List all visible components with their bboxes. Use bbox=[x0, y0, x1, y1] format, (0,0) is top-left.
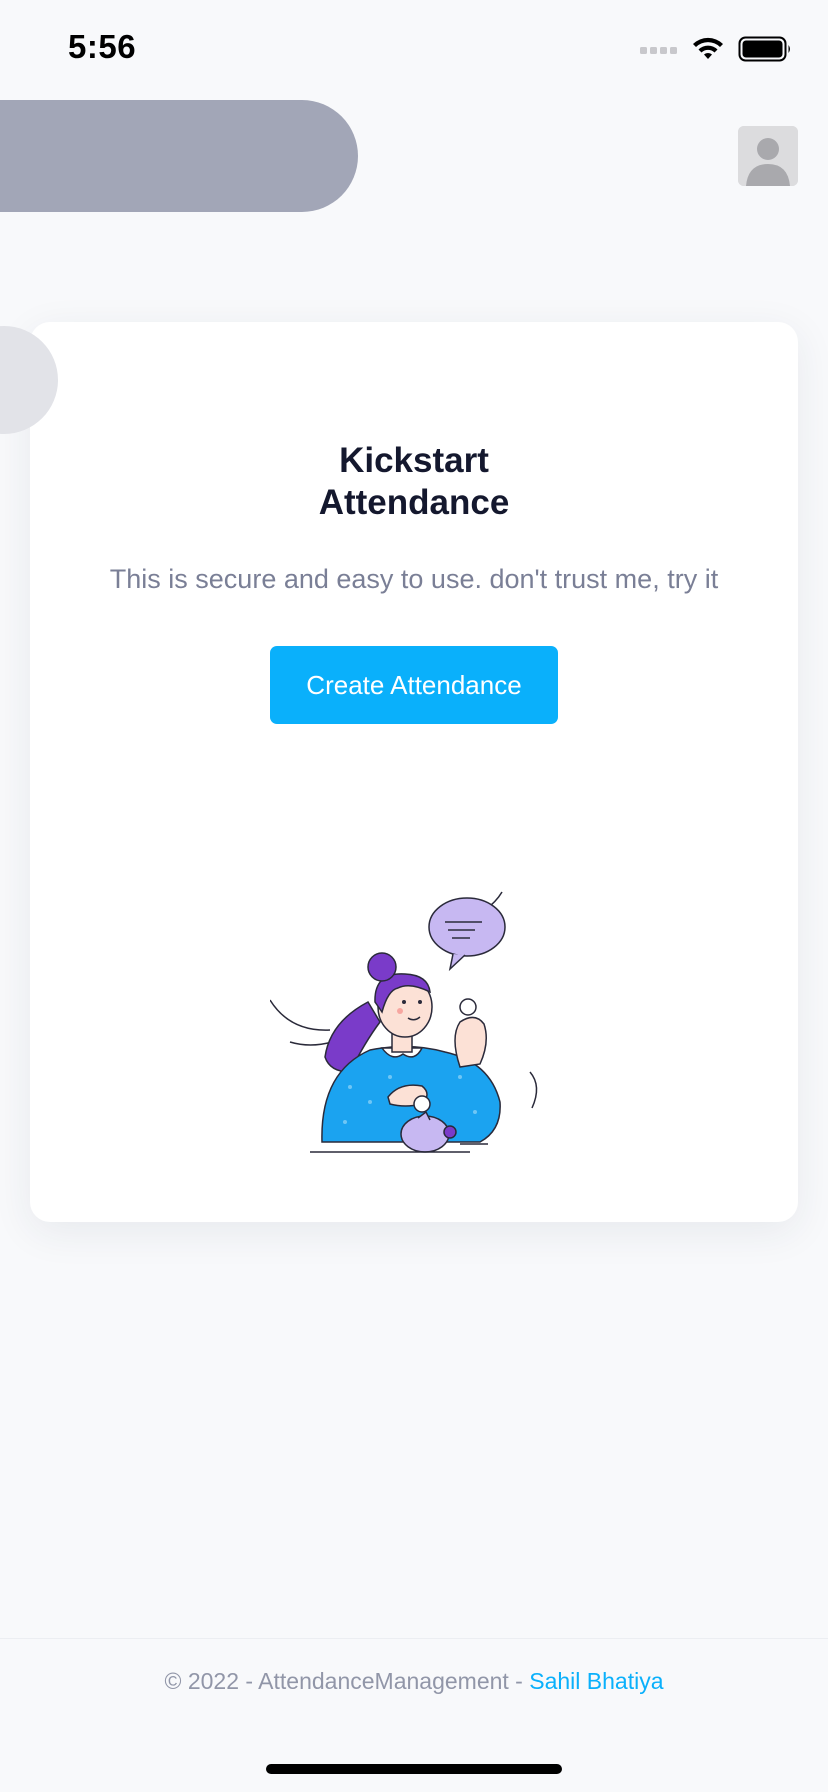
footer-author-link[interactable]: Sahil Bhatiya bbox=[529, 1668, 663, 1694]
status-bar: 5:56 bbox=[0, 0, 828, 100]
card-subtitle: This is secure and easy to use. don't tr… bbox=[109, 564, 719, 594]
cellular-signal-icon bbox=[640, 43, 678, 61]
card-title-line-2: Attendance bbox=[318, 483, 510, 522]
status-icons bbox=[640, 36, 792, 67]
wifi-icon bbox=[692, 37, 724, 66]
user-avatar-icon[interactable] bbox=[738, 126, 798, 186]
header-banner bbox=[0, 100, 358, 212]
kickstart-card: Kickstart Attendance This is secure and … bbox=[30, 322, 798, 1222]
home-indicator bbox=[266, 1764, 562, 1774]
status-time: 5:56 bbox=[68, 28, 137, 65]
woman-with-coins-and-piggy-bank-illustration bbox=[269, 872, 570, 1172]
app-screen: 5:56 Kickstart Attendance This is secure… bbox=[0, 0, 828, 1792]
card-title-line-1: Kickstart bbox=[339, 441, 489, 480]
battery-icon bbox=[738, 36, 792, 67]
footer: © 2022 - AttendanceManagement - Sahil Bh… bbox=[0, 1638, 828, 1723]
card-title: Kickstart Attendance bbox=[30, 440, 798, 524]
footer-copyright: © 2022 - AttendanceManagement - bbox=[164, 1668, 530, 1694]
create-attendance-button[interactable]: Create Attendance bbox=[270, 646, 558, 724]
